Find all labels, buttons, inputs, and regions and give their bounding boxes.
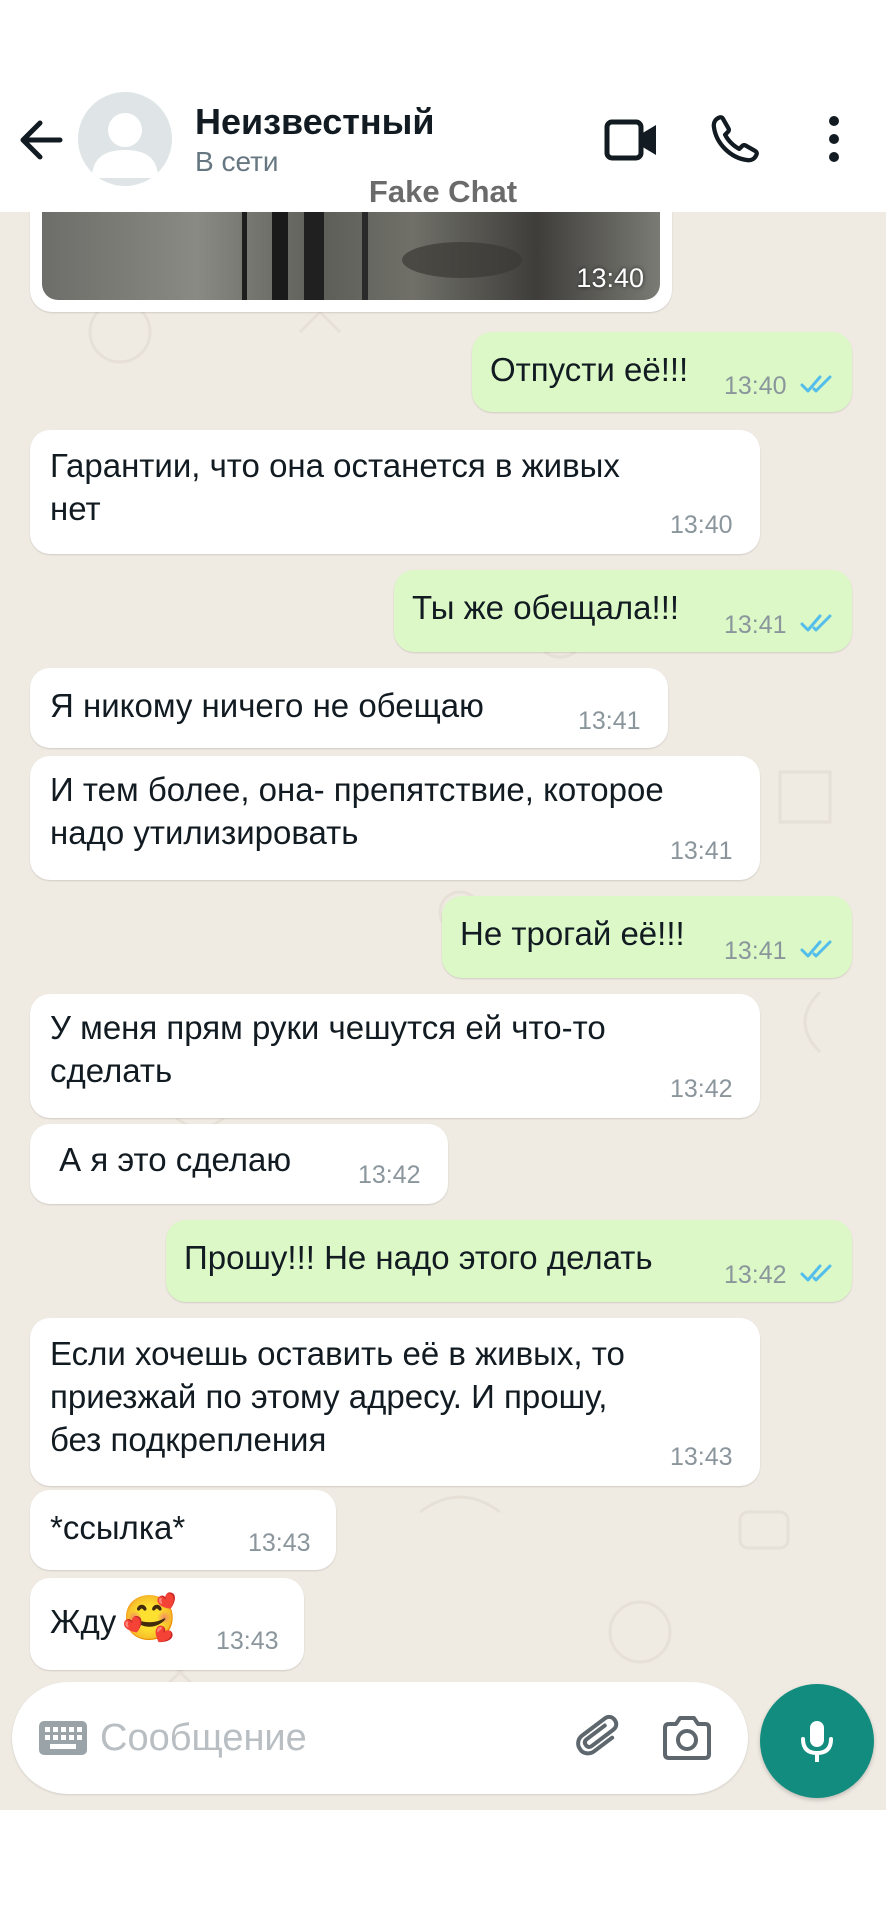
message-time: 13:41	[578, 707, 641, 735]
video-call-button[interactable]	[604, 114, 660, 166]
image-message[interactable]: 13:40	[30, 200, 672, 312]
back-button[interactable]	[14, 113, 68, 167]
message-input[interactable]	[100, 1712, 460, 1764]
camera-button[interactable]	[660, 1712, 714, 1764]
message-text: И тем более, она- препятствие, которое н…	[50, 771, 664, 851]
message-text: Не трогай её!!!	[460, 915, 685, 952]
message-text: Я никому ничего не обещаю	[50, 687, 484, 724]
keyboard-icon[interactable]	[38, 1720, 88, 1756]
avatar-placeholder-icon	[92, 113, 158, 178]
contact-avatar[interactable]	[78, 92, 172, 186]
video-call-icon	[604, 119, 656, 161]
voice-record-button[interactable]	[760, 1684, 874, 1798]
bottom-spacer	[0, 1810, 886, 1920]
contact-name[interactable]: Неизвестный	[195, 101, 435, 143]
message-time: 13:41	[724, 937, 787, 965]
message-text: Отпусти её!!!	[490, 351, 689, 388]
more-options-button[interactable]	[818, 112, 850, 166]
camera-icon	[663, 1716, 711, 1760]
paperclip-icon	[576, 1714, 619, 1756]
message-text: Прошу!!! Не надо этого делать	[184, 1239, 653, 1276]
message-text: Если хочешь оставить её в живых, то прие…	[50, 1335, 625, 1458]
message-time: 13:43	[248, 1529, 311, 1557]
message-time: 13:40	[724, 372, 787, 400]
read-receipt-icon	[800, 1264, 832, 1282]
back-arrow-icon	[20, 120, 63, 160]
read-receipt-icon	[800, 375, 832, 393]
message-text: *ссылка*	[50, 1509, 186, 1546]
message-time: 13:42	[670, 1075, 733, 1103]
message-bubble-in[interactable]: Если хочешь оставить её в живых, то прие…	[30, 1318, 760, 1486]
fake-chat-watermark: Fake Chat	[368, 174, 518, 209]
message-time: 13:43	[670, 1443, 733, 1471]
message-bubble-out[interactable]: Прошу!!! Не надо этого делать 13:42	[166, 1220, 852, 1302]
message-text: Ты же обещала!!!	[412, 589, 680, 626]
read-receipt-icon	[800, 614, 832, 632]
message-text: А я это сделаю	[50, 1141, 292, 1178]
message-time: 13:41	[724, 611, 787, 639]
message-bubble-in[interactable]: Гарантии, что она останется в живых нет …	[30, 430, 760, 554]
message-bubble-in[interactable]: А я это сделаю 13:42	[30, 1124, 448, 1204]
message-text: Гарантии, что она останется в живых нет	[50, 447, 620, 527]
microphone-icon	[801, 1721, 833, 1762]
message-bubble-in[interactable]: *ссылка* 13:43	[30, 1490, 336, 1570]
more-vert-icon	[829, 116, 839, 162]
message-bubble-in[interactable]: У меня прям руки чешутся ей что-то сдела…	[30, 994, 760, 1118]
message-time: 13:41	[670, 837, 733, 865]
image-time: 13:40	[576, 263, 644, 293]
voice-call-button[interactable]	[708, 112, 762, 166]
message-bubble-in[interactable]: Я никому ничего не обещаю 13:41	[30, 668, 668, 748]
message-text: Жду	[50, 1603, 117, 1640]
attach-button[interactable]	[574, 1712, 626, 1764]
message-time: 13:42	[724, 1261, 787, 1289]
message-bubble-in[interactable]: И тем более, она- препятствие, которое н…	[30, 756, 760, 880]
message-bubble-in[interactable]: Жду 🥰 13:43	[30, 1578, 304, 1670]
message-time: 13:42	[358, 1161, 421, 1189]
message-bubble-out[interactable]: Ты же обещала!!! 13:41	[394, 570, 852, 652]
message-time: 13:40	[670, 511, 733, 539]
message-time: 13:43	[216, 1627, 279, 1655]
message-text: У меня прям руки чешутся ей что-то сдела…	[50, 1009, 606, 1089]
phone-icon	[711, 115, 759, 163]
message-bubble-out[interactable]: Отпусти её!!! 13:40	[472, 332, 852, 412]
message-bubble-out[interactable]: Не трогай её!!! 13:41	[442, 896, 852, 978]
photo-thumbnail[interactable]: 13:40	[42, 200, 660, 300]
smiling-face-with-hearts-emoji: 🥰	[122, 1594, 177, 1643]
message-composer	[12, 1682, 748, 1794]
read-receipt-icon	[800, 940, 832, 958]
